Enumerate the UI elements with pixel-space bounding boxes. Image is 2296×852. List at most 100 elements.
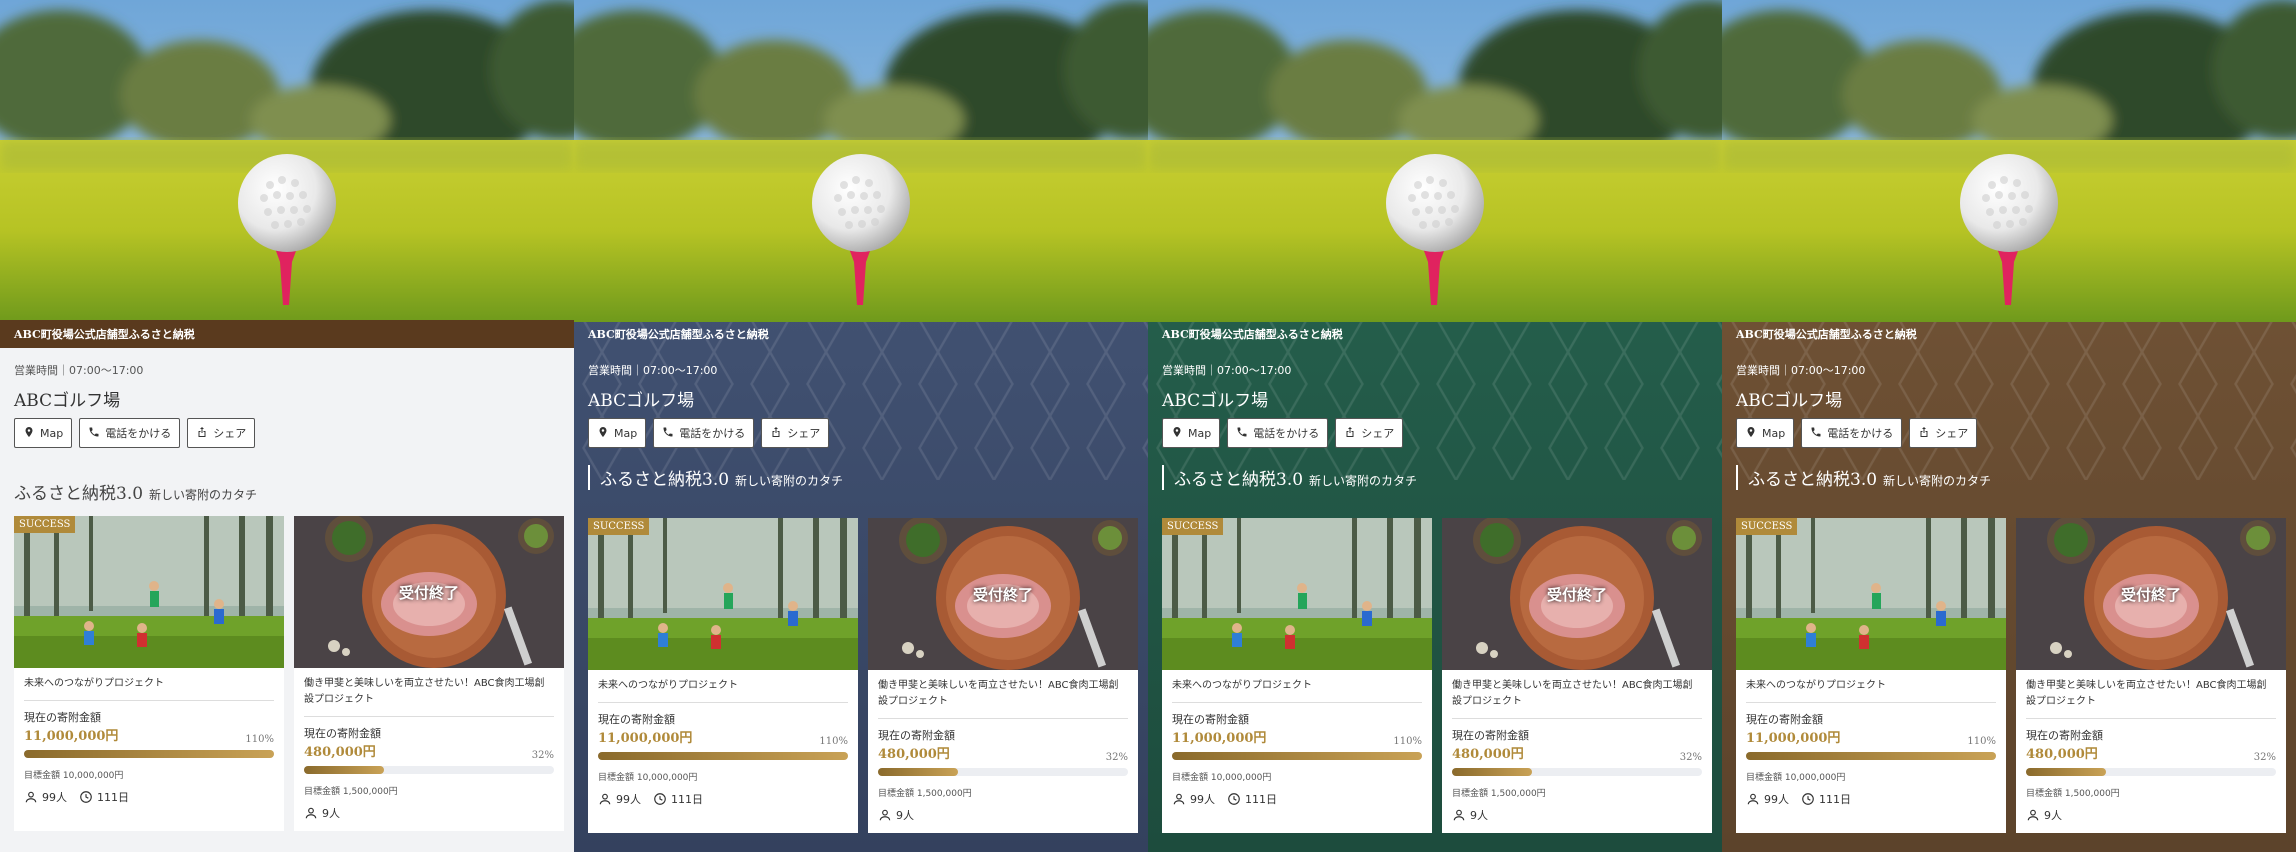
project-card[interactable]: 受付終了 働き甲斐と美味しいを両立させたい！ABC食肉工場創設プロジェクト 現在… xyxy=(294,516,564,831)
project-meta: 99人 111日 xyxy=(1172,791,1422,807)
share-icon xyxy=(196,426,208,441)
project-title: 未来へのつながりプロジェクト xyxy=(598,678,848,703)
map-button-label: Map xyxy=(1762,426,1786,440)
current-amount: 11,000,000円 xyxy=(598,731,693,746)
current-amount: 11,000,000円 xyxy=(1172,731,1267,746)
phone-icon xyxy=(88,426,100,441)
progress-row: 110% xyxy=(1172,736,1422,764)
project-title: 未来へのつながりプロジェクト xyxy=(1746,678,1996,703)
section-heading: ふるさと納税3.0 新しい寄附のカタチ xyxy=(574,462,1148,492)
map-button[interactable]: Map xyxy=(1162,418,1221,448)
share-button-label: シェア xyxy=(213,427,247,440)
progress-bar xyxy=(598,752,848,760)
map-button[interactable]: Map xyxy=(1736,418,1795,448)
project-title: 働き甲斐と美味しいを両立させたい！ABC食肉工場創設プロジェクト xyxy=(304,676,554,717)
success-badge: SUCCESS xyxy=(14,516,76,533)
progress-fill xyxy=(2026,768,2106,776)
project-title: 未来へのつながりプロジェクト xyxy=(24,676,274,701)
call-button[interactable]: 電話をかける xyxy=(79,418,181,448)
days-left: 111日 xyxy=(1227,791,1277,807)
success-badge: SUCCESS xyxy=(588,518,650,535)
tagline: ABC町役場公式店舗型ふるさと納税 xyxy=(588,328,769,341)
map-button[interactable]: Map xyxy=(588,418,647,448)
project-card[interactable]: 受付終了 働き甲斐と美味しいを両立させたい！ABC食肉工場創設プロジェクト 現在… xyxy=(868,518,1138,833)
business-hours: 営業時間｜07:00〜17:00 xyxy=(14,364,144,377)
progress-row: 110% xyxy=(598,736,848,764)
call-button[interactable]: 電話をかける xyxy=(653,418,755,448)
amount-label: 現在の寄附金額 xyxy=(2026,729,2103,742)
project-image: SUCCESS xyxy=(1736,518,2006,670)
person-icon xyxy=(24,790,38,804)
section-heading: ふるさと納税3.0 新しい寄附のカタチ xyxy=(0,476,574,506)
supporters: 9人 xyxy=(304,805,340,821)
share-button[interactable]: シェア xyxy=(187,418,256,448)
target-amount: 目標金額 10,000,000円 xyxy=(598,773,698,783)
project-title: 働き甲斐と美味しいを両立させたい！ABC食肉工場創設プロジェクト xyxy=(2026,678,2276,719)
supporters-count: 99人 xyxy=(616,793,641,806)
progress-fill xyxy=(878,768,958,776)
progress-fill xyxy=(598,752,848,760)
project-image: SUCCESS xyxy=(588,518,858,670)
progress-bar xyxy=(1452,768,1702,776)
project-card[interactable]: 受付終了 働き甲斐と美味しいを両立させたい！ABC食肉工場創設プロジェクト 現在… xyxy=(1442,518,1712,833)
share-button-label: シェア xyxy=(787,427,821,440)
target-amount: 目標金額 10,000,000円 xyxy=(1746,773,1846,783)
share-button[interactable]: シェア xyxy=(761,418,830,448)
map-button[interactable]: Map xyxy=(14,418,73,448)
project-card[interactable]: SUCCESS 未来へのつながりプロジェクト 現在の寄附金額 11,000,00… xyxy=(14,516,284,831)
supporters: 99人 xyxy=(24,789,67,805)
days-count: 111日 xyxy=(1819,793,1851,806)
days-count: 111日 xyxy=(1245,793,1277,806)
share-button[interactable]: シェア xyxy=(1335,418,1404,448)
business-hours: 営業時間｜07:00〜17:00 xyxy=(1162,364,1292,377)
tagline-bar: ABC町役場公式店舗型ふるさと納税 xyxy=(1722,320,2296,348)
progress-percent: 32% xyxy=(1105,752,1128,763)
days-left: 111日 xyxy=(1801,791,1851,807)
amount-label: 現在の寄附金額 xyxy=(598,713,675,726)
project-card[interactable]: 受付終了 働き甲斐と美味しいを両立させたい！ABC食肉工場創設プロジェクト 現在… xyxy=(2016,518,2286,833)
section-title: ふるさと納税3.0 xyxy=(1748,469,1878,490)
project-card[interactable]: SUCCESS 未来へのつながりプロジェクト 現在の寄附金額 11,000,00… xyxy=(588,518,858,833)
project-meta: 99人 111日 xyxy=(598,791,848,807)
target-amount: 目標金額 1,500,000円 xyxy=(304,787,398,797)
call-button[interactable]: 電話をかける xyxy=(1227,418,1329,448)
phone-icon xyxy=(1810,426,1822,441)
supporters-count: 9人 xyxy=(2044,809,2062,822)
closed-label: 受付終了 xyxy=(972,585,1033,604)
tagline: ABC町役場公式店舗型ふるさと納税 xyxy=(1162,328,1343,341)
project-image: SUCCESS xyxy=(1162,518,1432,670)
supporters: 99人 xyxy=(1172,791,1215,807)
map-button-label: Map xyxy=(614,426,638,440)
amount-label: 現在の寄附金額 xyxy=(24,711,101,724)
call-button[interactable]: 電話をかける xyxy=(1801,418,1903,448)
progress-bar xyxy=(1172,752,1422,760)
share-button[interactable]: シェア xyxy=(1909,418,1978,448)
supporters-count: 99人 xyxy=(1190,793,1215,806)
call-button-label: 電話をかける xyxy=(105,427,172,440)
project-cards: SUCCESS 未来へのつながりプロジェクト 現在の寄附金額 11,000,00… xyxy=(1162,518,1712,833)
progress-row: 110% xyxy=(24,734,274,762)
share-button-label: シェア xyxy=(1935,427,1969,440)
person-icon xyxy=(598,792,612,806)
shop-name: ABCゴルフ場 xyxy=(14,391,121,411)
project-meta: 9人 xyxy=(2026,807,2276,823)
clock-icon xyxy=(653,792,667,806)
target-amount: 目標金額 10,000,000円 xyxy=(1172,773,1272,783)
section-title: ふるさと納税3.0 xyxy=(600,469,730,490)
project-meta: 9人 xyxy=(878,807,1128,823)
hero-image xyxy=(1722,0,2296,322)
days-count: 111日 xyxy=(671,793,703,806)
current-amount: 11,000,000円 xyxy=(1746,731,1841,746)
project-card[interactable]: SUCCESS 未来へのつながりプロジェクト 現在の寄附金額 11,000,00… xyxy=(1162,518,1432,833)
project-card[interactable]: SUCCESS 未来へのつながりプロジェクト 現在の寄附金額 11,000,00… xyxy=(1736,518,2006,833)
progress-percent: 110% xyxy=(1967,736,1996,747)
supporters-count: 99人 xyxy=(42,791,67,804)
supporters-count: 9人 xyxy=(322,807,340,820)
project-title: 働き甲斐と美味しいを両立させたい！ABC食肉工場創設プロジェクト xyxy=(1452,678,1702,719)
map-button-label: Map xyxy=(1188,426,1212,440)
hero-image xyxy=(1148,0,1722,322)
progress-row: 32% xyxy=(878,752,1128,780)
project-image: SUCCESS xyxy=(14,516,284,668)
project-title: 働き甲斐と美味しいを両立させたい！ABC食肉工場創設プロジェクト xyxy=(878,678,1128,719)
current-amount: 11,000,000円 xyxy=(24,729,119,744)
